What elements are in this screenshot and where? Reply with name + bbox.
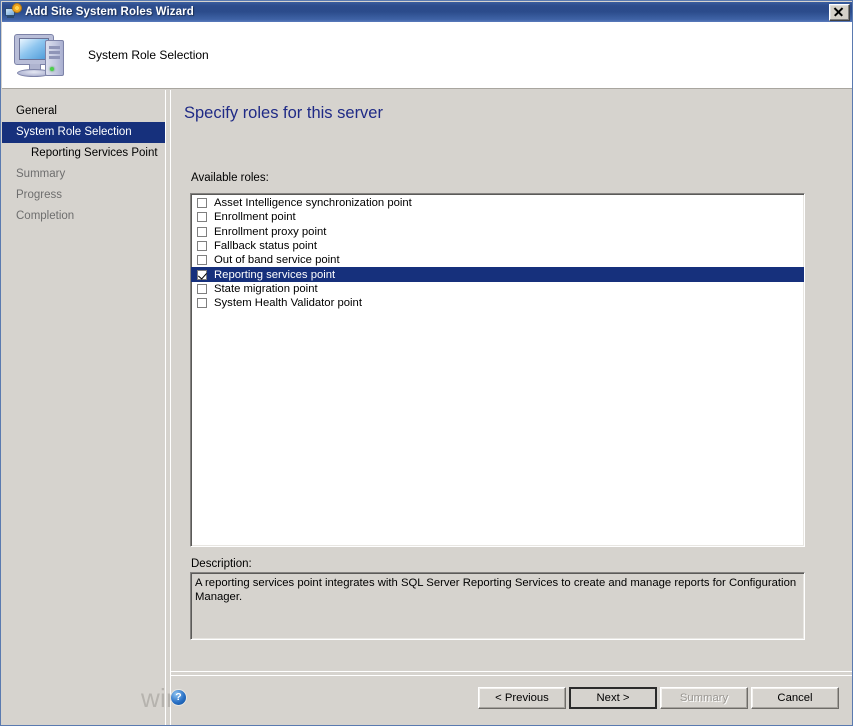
sidebar-item-completion[interactable]: Completion: [2, 206, 165, 227]
role-label: Reporting services point: [214, 268, 336, 281]
computer-gear-icon: [5, 4, 21, 20]
role-label: Fallback status point: [214, 240, 317, 253]
checkbox-icon[interactable]: [197, 226, 207, 237]
title-bar: Add Site System Roles Wizard: [2, 2, 852, 22]
window-title: Add Site System Roles Wizard: [25, 6, 194, 18]
role-label: Enrollment proxy point: [214, 225, 327, 238]
sidebar-item-general[interactable]: General: [2, 101, 165, 122]
role-list-item[interactable]: Asset Intelligence synchronization point: [191, 196, 804, 210]
checkbox-icon[interactable]: [197, 212, 207, 223]
role-list-item[interactable]: System Health Validator point: [191, 296, 804, 310]
checkbox-icon[interactable]: [197, 241, 207, 252]
summary-button: Summary: [660, 687, 748, 709]
role-list-item[interactable]: Fallback status point: [191, 239, 804, 253]
checkbox-icon[interactable]: [197, 283, 207, 294]
sidebar-item-system-role-selection[interactable]: System Role Selection: [2, 122, 165, 143]
checkbox-icon[interactable]: [197, 198, 207, 209]
checkbox-icon[interactable]: [197, 298, 207, 309]
role-list-item-selected[interactable]: Reporting services point: [191, 267, 804, 282]
footer-divider-top: [171, 671, 852, 672]
title-bar-buttons: [829, 3, 852, 21]
available-roles-listbox[interactable]: Asset Intelligence synchronization point…: [190, 193, 805, 547]
sidebar-divider-left: [165, 90, 166, 725]
help-icon[interactable]: ?: [171, 690, 186, 705]
checkbox-checked-icon[interactable]: [197, 269, 207, 280]
header-title: System Role Selection: [88, 48, 209, 62]
close-button[interactable]: [829, 3, 850, 21]
footer-button-bar: ? < Previous Next > Summary Cancel: [171, 676, 852, 725]
role-list-item[interactable]: Enrollment point: [191, 210, 804, 224]
cancel-button[interactable]: Cancel: [751, 687, 839, 709]
next-button[interactable]: Next >: [569, 687, 657, 709]
computer-icon: [12, 30, 70, 80]
role-list-item[interactable]: State migration point: [191, 282, 804, 296]
wizard-window: Add Site System Roles Wizard System Role…: [0, 0, 853, 726]
role-label: State migration point: [214, 282, 318, 295]
available-roles-label: Available roles:: [191, 172, 269, 184]
role-label: Enrollment point: [214, 211, 296, 224]
sidebar-item-progress[interactable]: Progress: [2, 185, 165, 206]
role-label: Asset Intelligence synchronization point: [214, 197, 412, 210]
previous-button[interactable]: < Previous: [478, 687, 566, 709]
wizard-header: System Role Selection: [2, 22, 852, 89]
role-list-item[interactable]: Enrollment proxy point: [191, 225, 804, 239]
wizard-step-sidebar: General System Role Selection Reporting …: [2, 90, 165, 725]
sidebar-item-reporting-services-point[interactable]: Reporting Services Point: [2, 143, 165, 164]
page-title: Specify roles for this server: [184, 104, 383, 122]
role-label: System Health Validator point: [214, 297, 362, 310]
sidebar-item-summary[interactable]: Summary: [2, 164, 165, 185]
description-label: Description:: [191, 558, 252, 570]
role-label: Out of band service point: [214, 254, 340, 267]
content-pane: Specify roles for this server Available …: [171, 90, 852, 725]
role-list-item[interactable]: Out of band service point: [191, 253, 804, 267]
description-box: A reporting services point integrates wi…: [190, 572, 805, 640]
checkbox-icon[interactable]: [197, 255, 207, 266]
